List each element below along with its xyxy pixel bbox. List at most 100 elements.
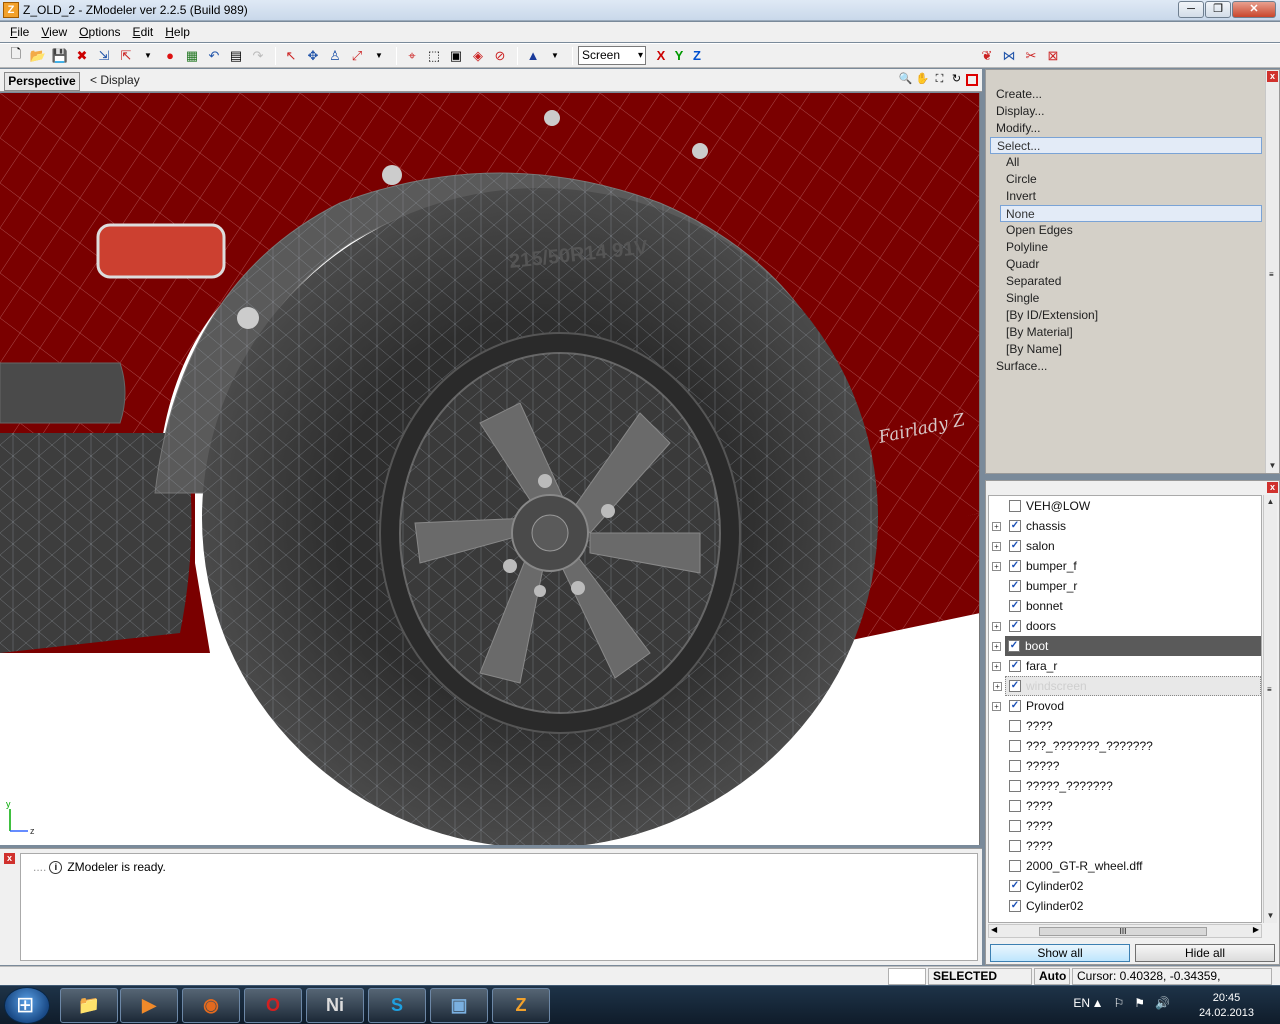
- taskbar-app-firefox[interactable]: ◉: [182, 988, 240, 1023]
- object-row[interactable]: ?????_???????: [989, 776, 1261, 796]
- command-item-all[interactable]: All: [990, 154, 1262, 171]
- cube-mode-icon[interactable]: ▣: [446, 46, 466, 66]
- visibility-checkbox[interactable]: ✓: [1009, 880, 1021, 892]
- visibility-checkbox[interactable]: ✓: [1009, 560, 1021, 572]
- visibility-checkbox[interactable]: [1009, 500, 1021, 512]
- menu-help[interactable]: Help: [159, 25, 196, 39]
- command-item-by-id-extension[interactable]: [By ID/Extension]: [990, 307, 1262, 324]
- viewport-frame-icon[interactable]: [966, 74, 978, 86]
- menu-edit[interactable]: Edit: [127, 25, 160, 39]
- import-icon[interactable]: ⇲: [94, 46, 114, 66]
- object-tree-scrollbar[interactable]: ▲ ≡ ▼: [1263, 495, 1277, 923]
- clock[interactable]: 20:45 24.02.2013: [1199, 991, 1254, 1021]
- expand-icon[interactable]: +: [992, 541, 1001, 551]
- visibility-checkbox[interactable]: ✓: [1009, 900, 1021, 912]
- command-item-separated[interactable]: Separated: [990, 273, 1262, 290]
- volume-icon[interactable]: 🔊: [1155, 996, 1170, 1010]
- select-tool-icon[interactable]: ↖: [281, 46, 301, 66]
- object-row[interactable]: + ✓ fara_r: [989, 656, 1261, 676]
- menu-view[interactable]: View: [35, 25, 73, 39]
- command-item-open-edges[interactable]: Open Edges: [990, 222, 1262, 239]
- visibility-checkbox[interactable]: [1009, 720, 1021, 732]
- taskbar-app-ni[interactable]: Ni: [306, 988, 364, 1023]
- object-row[interactable]: ✓ bonnet: [989, 596, 1261, 616]
- taskbar-app-media-player[interactable]: ▶: [120, 988, 178, 1023]
- command-item-quadr[interactable]: Quadr: [990, 256, 1262, 273]
- pan-hand-icon[interactable]: ✋: [915, 72, 930, 87]
- visibility-checkbox[interactable]: [1009, 740, 1021, 752]
- command-item-create[interactable]: Create...: [990, 86, 1262, 103]
- axis-constraint-icon[interactable]: ▲: [523, 46, 543, 66]
- visibility-checkbox[interactable]: ✓: [1009, 520, 1021, 532]
- visibility-checkbox[interactable]: ✓: [1009, 600, 1021, 612]
- command-panel-scrollbar[interactable]: ▲ ≡ ▼: [1265, 70, 1279, 473]
- command-item-polyline[interactable]: Polyline: [990, 239, 1262, 256]
- export-icon[interactable]: ⇱: [116, 46, 136, 66]
- show-hidden-icons-icon[interactable]: ▲: [1092, 996, 1104, 1010]
- coordinate-system-select[interactable]: Screen: [578, 46, 646, 65]
- language-indicator[interactable]: EN: [1073, 996, 1090, 1010]
- object-row[interactable]: 2000_GT-R_wheel.dff: [989, 856, 1261, 876]
- close-button[interactable]: ✕: [1232, 1, 1276, 18]
- command-item-select[interactable]: Select...: [990, 137, 1262, 154]
- vertex-mode-icon[interactable]: ⌖: [402, 46, 422, 66]
- taskbar-app-photo-viewer[interactable]: ▣: [430, 988, 488, 1023]
- object-row[interactable]: + ✓ salon: [989, 536, 1261, 556]
- visibility-checkbox[interactable]: [1009, 800, 1021, 812]
- scroll-left-icon[interactable]: ◀: [991, 925, 997, 934]
- scroll-down-icon[interactable]: ▼: [1266, 459, 1279, 473]
- new-file-icon[interactable]: 🗋: [6, 46, 26, 66]
- object-row[interactable]: ✓ Cylinder02: [989, 876, 1261, 896]
- visibility-checkbox[interactable]: ✓: [1009, 680, 1021, 692]
- command-item-single[interactable]: Single: [990, 290, 1262, 307]
- panel-close-icon[interactable]: x: [1267, 482, 1278, 493]
- dropdown-arrow-icon[interactable]: ▼: [369, 46, 389, 66]
- axis-z-toggle[interactable]: Z: [688, 48, 706, 63]
- flag-icon[interactable]: ⚑: [1134, 996, 1145, 1010]
- cube-select-icon[interactable]: ◈: [468, 46, 488, 66]
- object-row[interactable]: ✓ bumper_r: [989, 576, 1261, 596]
- object-row[interactable]: + ✓ bumper_f: [989, 556, 1261, 576]
- command-item-by-material[interactable]: [By Material]: [990, 324, 1262, 341]
- hide-all-button[interactable]: Hide all: [1135, 944, 1275, 962]
- weld-icon[interactable]: ⋈: [999, 46, 1019, 66]
- figure-tool-icon[interactable]: ♙: [325, 46, 345, 66]
- delete-icon[interactable]: ✖: [72, 46, 92, 66]
- grid-icon[interactable]: ⊠: [1043, 46, 1063, 66]
- log-close-icon[interactable]: x: [4, 853, 15, 864]
- taskbar-app-skype[interactable]: S: [368, 988, 426, 1023]
- object-row[interactable]: VEH@LOW: [989, 496, 1261, 516]
- expand-icon[interactable]: +: [992, 521, 1001, 531]
- scroll-up-icon[interactable]: ▲: [1264, 495, 1277, 509]
- object-row[interactable]: + ✓ chassis: [989, 516, 1261, 536]
- visibility-checkbox[interactable]: ✓: [1009, 540, 1021, 552]
- expand-icon[interactable]: +: [992, 621, 1001, 631]
- command-item-circle[interactable]: Circle: [990, 171, 1262, 188]
- paint-icon[interactable]: ❦: [977, 46, 997, 66]
- axis-x-toggle[interactable]: X: [652, 48, 670, 63]
- perspective-viewport[interactable]: 215/50R14 91V Fairlady Z y z: [0, 93, 980, 845]
- maximize-view-icon[interactable]: ⛶: [932, 72, 947, 87]
- visibility-checkbox[interactable]: [1009, 860, 1021, 872]
- visibility-checkbox[interactable]: ✓: [1008, 640, 1020, 652]
- scroll-right-icon[interactable]: ▶: [1253, 925, 1259, 934]
- start-button[interactable]: [4, 987, 50, 1024]
- object-row[interactable]: ????: [989, 816, 1261, 836]
- command-item-none[interactable]: None: [1000, 205, 1262, 222]
- scroll-grip[interactable]: ≡: [1267, 685, 1272, 694]
- dropdown-arrow-icon[interactable]: ▼: [545, 46, 565, 66]
- minimize-button[interactable]: ─: [1178, 1, 1204, 18]
- move-tool-icon[interactable]: ✥: [303, 46, 323, 66]
- hscroll-thumb[interactable]: III: [1039, 927, 1207, 936]
- visibility-checkbox[interactable]: ✓: [1009, 620, 1021, 632]
- object-row[interactable]: ?????: [989, 756, 1261, 776]
- expand-icon[interactable]: +: [993, 681, 1002, 691]
- object-row[interactable]: ????: [989, 836, 1261, 856]
- object-mode-icon[interactable]: ⬚: [424, 46, 444, 66]
- visibility-checkbox[interactable]: ✓: [1009, 700, 1021, 712]
- menu-options[interactable]: Options: [73, 25, 126, 39]
- visibility-checkbox[interactable]: ✓: [1009, 580, 1021, 592]
- redo-icon[interactable]: ↷: [248, 46, 268, 66]
- object-tree-hscrollbar[interactable]: ◀ III ▶: [988, 924, 1262, 938]
- command-item-surface[interactable]: Surface...: [990, 358, 1262, 375]
